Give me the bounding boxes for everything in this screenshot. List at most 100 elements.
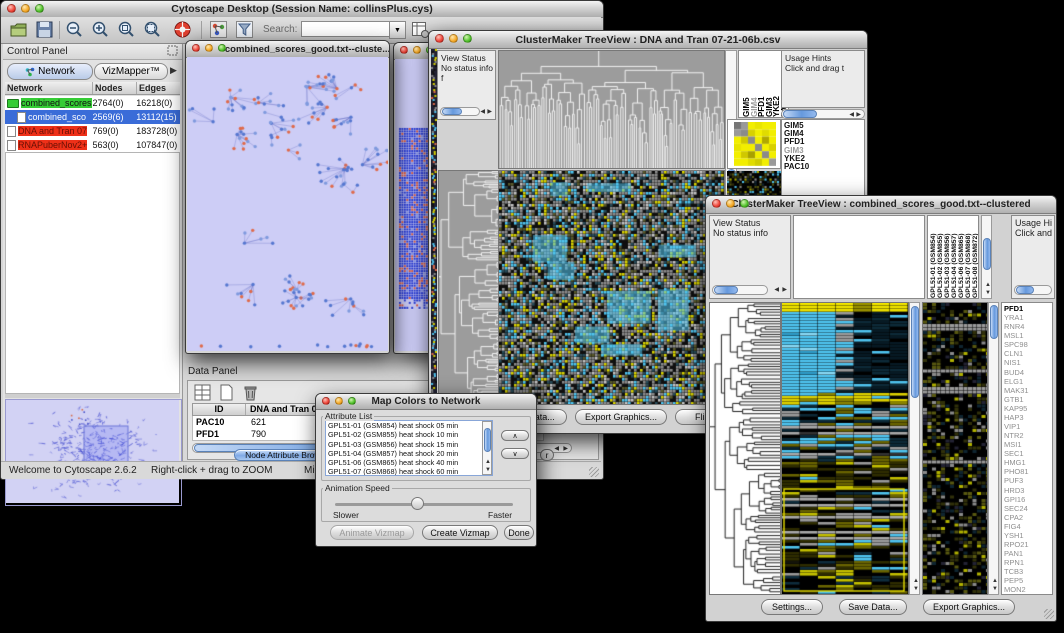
tv2-export-graphics-button[interactable]: Export Graphics... <box>923 599 1015 615</box>
scroll-left-icon[interactable]: ◀ <box>554 446 559 452</box>
gene-label[interactable]: YRA1 <box>1002 313 1052 322</box>
tv2-hints-scroll-thumb[interactable] <box>1016 286 1034 294</box>
tv1-yellow-submatrix[interactable] <box>734 122 776 166</box>
attribute-item[interactable]: GPL51-04 (GSM857) heat shock 20 min <box>326 449 492 458</box>
tv2-settings-button[interactable]: Settings... <box>761 599 823 615</box>
gene-label[interactable]: PFD1 <box>1002 304 1052 313</box>
gene-label[interactable]: MON2 <box>1002 585 1052 594</box>
tv2-hints-scrollbar[interactable] <box>1014 285 1052 295</box>
move-up-button[interactable]: ∧ <box>501 430 529 441</box>
network-overview-canvas[interactable] <box>6 400 179 503</box>
gene-label[interactable]: ELG1 <box>1002 377 1052 386</box>
scroll-down-icon[interactable]: ▼ <box>485 467 491 473</box>
gene-label[interactable]: HRD3 <box>1002 486 1052 495</box>
tv2-column-dendrogram-area[interactable] <box>793 215 925 299</box>
tv1-row-dendrogram[interactable] <box>438 170 499 405</box>
minimize-button[interactable] <box>205 44 213 52</box>
gene-label[interactable]: NTR2 <box>1002 431 1052 440</box>
scroll-left-icon[interactable]: ◀ <box>480 109 485 115</box>
tv1-hints-scroll-thumb[interactable] <box>783 110 817 118</box>
tv1-column-label[interactable]: GIM5 <box>742 51 750 117</box>
attribute-item[interactable]: GPL51-06 (GSM865) heat shock 40 min <box>326 458 492 467</box>
scroll-right-icon[interactable]: ▶ <box>856 112 861 118</box>
scroll-up-icon[interactable]: ▲ <box>992 578 998 584</box>
tv1-column-label[interactable]: PFD1 <box>757 51 765 117</box>
scroll-down-icon[interactable]: ▼ <box>913 586 919 592</box>
resize-grip[interactable] <box>1044 609 1054 619</box>
network-overview[interactable] <box>5 399 182 506</box>
float-panel-icon[interactable] <box>167 45 178 59</box>
zoom-button[interactable] <box>35 4 44 13</box>
gene-label[interactable]: MAK31 <box>1002 386 1052 395</box>
scroll-down-icon[interactable]: ▼ <box>992 586 998 592</box>
gene-label[interactable]: MSI1 <box>1002 440 1052 449</box>
close-button[interactable] <box>400 46 408 54</box>
tv2-column-label[interactable]: GPL51-01 (GSM854) <box>930 216 937 298</box>
scroll-up-icon[interactable]: ▲ <box>485 459 491 465</box>
filter-icon[interactable] <box>235 20 254 39</box>
gene-label[interactable]: RPN1 <box>1002 558 1052 567</box>
tab-vizmapper[interactable]: VizMapper™ <box>94 63 168 80</box>
scroll-left-icon[interactable]: ◀ <box>774 287 779 293</box>
tv2-column-label[interactable]: GPL51-04 (GSM857) <box>951 216 958 298</box>
tv2-status-scrollbar[interactable] <box>712 285 768 295</box>
help-lifering-icon[interactable] <box>173 20 192 39</box>
tv2-vscrollbar[interactable]: ▲ ▼ <box>909 302 920 595</box>
tv1-status-scroll-thumb[interactable] <box>442 108 462 115</box>
close-button[interactable] <box>435 34 444 43</box>
animation-slider-track[interactable] <box>335 503 513 506</box>
tv2-labels-scroll-thumb[interactable] <box>983 238 991 270</box>
gene-label[interactable]: CLN1 <box>1002 349 1052 358</box>
close-button[interactable] <box>192 44 200 52</box>
gene-label[interactable]: PEP5 <box>1002 576 1052 585</box>
network-modify-icon[interactable] <box>209 20 228 39</box>
zoom-selected-icon[interactable] <box>117 20 136 39</box>
tv2-column-label[interactable]: GPL51-07 (GSM868) <box>965 216 972 298</box>
tab-network[interactable]: Network <box>7 63 93 80</box>
attribute-item[interactable]: GPL51-07 (GSM868) heat shock 60 min <box>326 467 492 476</box>
network-graph[interactable] <box>187 57 388 351</box>
tv1-row-label[interactable]: PAC10 <box>782 163 864 171</box>
create-vizmap-button[interactable]: Create Vizmap <box>422 525 498 540</box>
done-button[interactable]: Done <box>504 525 534 540</box>
gene-label[interactable]: SEC24 <box>1002 504 1052 513</box>
tv1-column-dendrogram[interactable] <box>498 50 725 169</box>
tv1-column-label[interactable]: GIM3 <box>765 51 773 117</box>
main-titlebar[interactable]: Cytoscape Desktop (Session Name: collins… <box>1 1 603 18</box>
close-button[interactable] <box>322 397 330 405</box>
close-button[interactable] <box>712 199 721 208</box>
gene-label[interactable]: CPA2 <box>1002 513 1052 522</box>
search-dropdown-button[interactable]: ▼ <box>389 21 406 39</box>
tv2-save-data-button[interactable]: Save Data... <box>839 599 907 615</box>
zoom-in-icon[interactable] <box>91 20 110 39</box>
tv2-column-label[interactable]: GPL51-08 (GSM872) <box>972 216 979 298</box>
minimize-button[interactable] <box>449 34 458 43</box>
resize-grip[interactable] <box>589 467 599 477</box>
tv2-column-label[interactable]: GPL51-03 (GSM856) <box>944 216 951 298</box>
tv1-export-graphics-button[interactable]: Export Graphics... <box>575 409 667 425</box>
tv2-labels-scrollbar[interactable]: ▲ ▼ <box>981 215 992 299</box>
gene-label[interactable]: BUD4 <box>1002 368 1052 377</box>
gene-label[interactable]: KAP95 <box>1002 404 1052 413</box>
tv1-hints-scrollbar[interactable]: ◀ ▶ <box>781 109 865 119</box>
gene-label[interactable]: HAP3 <box>1002 413 1052 422</box>
new-doc-icon[interactable] <box>218 384 235 401</box>
gene-label[interactable]: YSH1 <box>1002 531 1052 540</box>
zoom-button[interactable] <box>463 34 472 43</box>
tv2-column-label[interactable]: GPL51-06 (GSM865) <box>958 216 965 298</box>
attribute-item[interactable]: GPL51-02 (GSM855) heat shock 10 min <box>326 430 492 439</box>
tv2-subheatmap[interactable] <box>922 302 988 595</box>
gene-label[interactable]: HMG1 <box>1002 458 1052 467</box>
tv2-vscroll-thumb[interactable] <box>911 306 919 398</box>
tv2-heatmap[interactable] <box>781 302 909 595</box>
gene-label[interactable]: GPI16 <box>1002 495 1052 504</box>
gene-label[interactable]: SEC1 <box>1002 449 1052 458</box>
gene-label[interactable]: PHO81 <box>1002 467 1052 476</box>
edge-attribute-browser-tab[interactable]: r <box>540 449 554 461</box>
gene-label[interactable]: VIP1 <box>1002 422 1052 431</box>
minimize-button[interactable] <box>21 4 30 13</box>
minimize-button[interactable] <box>335 397 343 405</box>
network-table-row[interactable]: combined_sco 2569(6) 13112(15) <box>5 110 180 124</box>
gene-label[interactable]: RPO21 <box>1002 540 1052 549</box>
tv2-sub-scrollbar[interactable]: ▲ ▼ <box>988 302 999 595</box>
